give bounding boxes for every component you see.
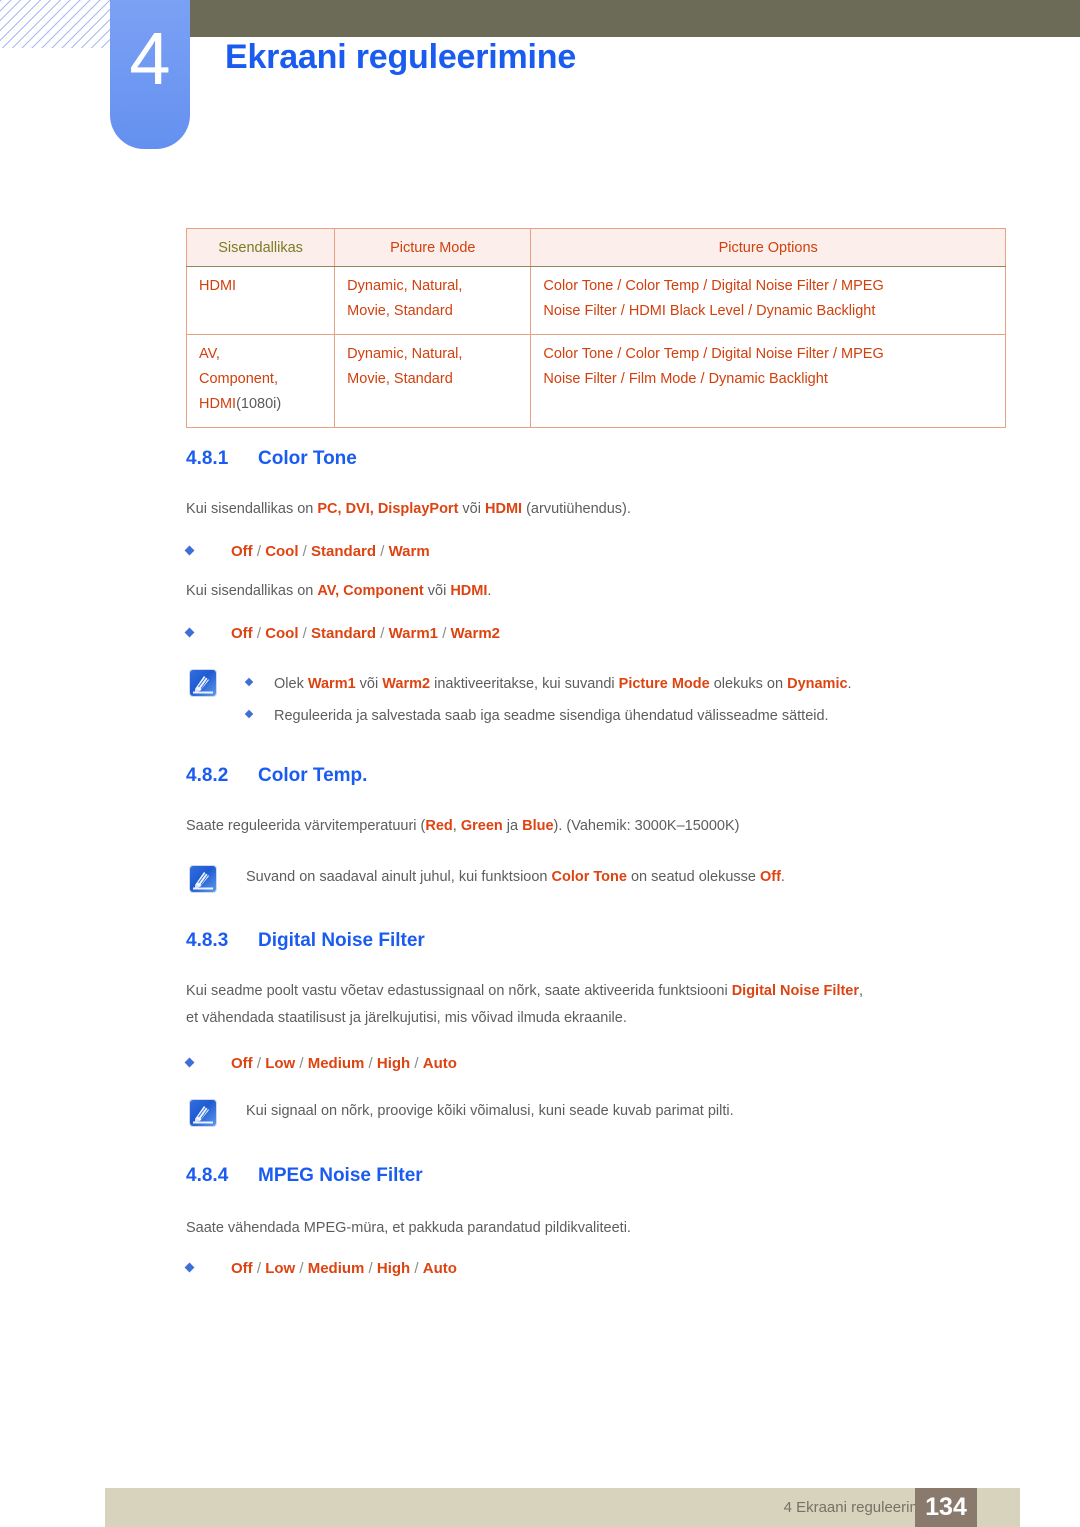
picture-mode-line: Dynamic, Natural, — [347, 346, 463, 362]
cell-source-hdmi: HDMI — [185, 266, 336, 335]
chapter-number: 4 — [129, 17, 171, 100]
section-title: Digital Noise Filter — [258, 930, 425, 951]
paragraph-line: Kui seadme poolt vastu võetav edastussig… — [186, 983, 864, 999]
note-row: Reguleerida ja salvestada saab iga seadm… — [244, 700, 852, 732]
paragraph-color-temp: Saate reguleerida värvitemperatuuri (Red… — [186, 818, 740, 834]
option-values: Off / Low / Medium / High / Auto — [231, 1260, 457, 1277]
section-title: MPEG Noise Filter — [258, 1165, 423, 1186]
section-number: 4.8.1 — [186, 448, 229, 469]
option-list-color-tone-pc: Off / Cool / Standard / Warm — [184, 543, 430, 560]
highlight-term: HDMI — [450, 583, 488, 599]
cell-picture-options: Color Tone / Color Temp / Digital Noise … — [530, 266, 1006, 335]
bullet-icon — [184, 1057, 195, 1067]
cell-picture-options: Color Tone / Color Temp / Digital Noise … — [530, 334, 1006, 428]
hatch-decoration — [0, 0, 112, 48]
page-number-box: 134 — [915, 1488, 977, 1527]
text-fragment: Kui sisendallikas on — [186, 583, 318, 599]
option-list-mpeg-noise-filter: Off / Low / Medium / High / Auto — [184, 1260, 457, 1277]
text-fragment: või — [423, 583, 451, 599]
picture-mode-line: Dynamic, Natural, — [347, 278, 463, 294]
section-title: Color Temp. — [258, 765, 368, 786]
table-header-picture-options: Picture Options — [530, 228, 1006, 267]
source-suffix: (1080i) — [236, 396, 282, 412]
paragraph-mpeg-noise-filter: Saate vähendada MPEG-müra, et pakkuda pa… — [186, 1220, 631, 1236]
table-header-row: Sisendallikas Picture Mode Picture Optio… — [185, 228, 1006, 267]
highlight-terms: AV, Component — [317, 583, 424, 599]
text-fragment: või — [458, 501, 485, 517]
cell-source-av: AV, Component, HDMI(1080i) — [185, 334, 336, 428]
picture-mode-line: Movie, Standard — [347, 303, 453, 319]
source-label: HDMI — [199, 278, 237, 294]
option-list-color-tone-av: Off / Cool / Standard / Warm1 / Warm2 — [184, 625, 501, 642]
note-block-color-temp: Suvand on saadaval ainult juhul, kui fun… — [190, 864, 785, 892]
text-fragment: . — [487, 583, 492, 599]
cell-picture-mode: Dynamic, Natural, Movie, Standard — [334, 334, 532, 428]
table-header-picture-mode: Picture Mode — [334, 228, 532, 267]
bullet-icon — [244, 709, 254, 719]
option-values: Off / Low / Medium / High / Auto — [231, 1055, 457, 1072]
paragraph-color-tone-pc: Kui sisendallikas on PC, DVI, DisplayPor… — [186, 496, 1016, 523]
picture-options-line: Color Tone / Color Temp / Digital Noise … — [543, 278, 884, 294]
note-body: Olek Warm1 või Warm2 inaktiveeritakse, k… — [244, 668, 852, 732]
cell-picture-mode: Dynamic, Natural, Movie, Standard — [334, 266, 532, 335]
paragraph-color-tone-av: Kui sisendallikas on AV, Component või H… — [186, 578, 1016, 605]
note-body: Suvand on saadaval ainult juhul, kui fun… — [246, 864, 785, 890]
section-title: Color Tone — [258, 448, 357, 469]
picture-options-line: Color Tone / Color Temp / Digital Noise … — [543, 346, 884, 362]
note-block-color-tone: Olek Warm1 või Warm2 inaktiveeritakse, k… — [190, 668, 852, 732]
source-label-hdmi1080i: HDMI(1080i) — [199, 396, 282, 412]
bullet-icon — [244, 677, 254, 687]
section-number: 4.8.2 — [186, 765, 229, 786]
bullet-icon — [184, 627, 195, 637]
picture-options-line: Noise Filter / HDMI Black Level / Dynami… — [543, 303, 876, 319]
text-fragment: Kui sisendallikas on — [186, 501, 318, 517]
table-row: AV, Component, HDMI(1080i) Dynamic, Natu… — [185, 334, 1006, 428]
note-text: Suvand on saadaval ainult juhul, kui fun… — [246, 869, 785, 885]
section-number: 4.8.4 — [186, 1165, 229, 1186]
option-values: Off / Cool / Standard / Warm — [231, 543, 430, 560]
note-row: Kui signaal on nõrk, proovige kõiki võim… — [246, 1103, 734, 1119]
picture-mode-line: Movie, Standard — [347, 371, 453, 387]
note-body: Kui signaal on nõrk, proovige kõiki võim… — [246, 1098, 734, 1124]
chapter-number-tab: 4 — [110, 0, 190, 149]
note-row: Suvand on saadaval ainult juhul, kui fun… — [246, 864, 785, 890]
section-heading-digital-noise-filter: 4.8.3 Digital Noise Filter — [186, 930, 425, 952]
bullet-icon — [184, 545, 195, 555]
note-block-digital-noise-filter: Kui signaal on nõrk, proovige kõiki võim… — [190, 1098, 734, 1126]
note-pencil-icon — [190, 1100, 216, 1126]
footer-bar: 4 Ekraani reguleerimine — [105, 1488, 1020, 1527]
note-row: Olek Warm1 või Warm2 inaktiveeritakse, k… — [244, 668, 852, 700]
note-pencil-icon — [190, 866, 216, 892]
highlight-term: HDMI — [485, 501, 523, 517]
bullet-icon — [184, 1262, 195, 1272]
input-source-picture-options-table: Sisendallikas Picture Mode Picture Optio… — [185, 228, 1006, 428]
picture-options-line: Noise Filter / Film Mode / Dynamic Backl… — [543, 371, 828, 387]
source-label-component: Component, — [199, 371, 278, 387]
note-pencil-icon — [190, 670, 216, 696]
section-heading-color-tone: 4.8.1 Color Tone — [186, 448, 357, 470]
note-text: Reguleerida ja salvestada saab iga seadm… — [274, 708, 829, 724]
header-olive-bar — [190, 0, 1080, 37]
paragraph-line: et vähendada staatilisust ja järelkujuti… — [186, 1010, 627, 1026]
table-header-sisendallikas: Sisendallikas — [185, 228, 336, 267]
chapter-title: Ekraani reguleerimine — [225, 38, 577, 76]
option-list-digital-noise-filter: Off / Low / Medium / High / Auto — [184, 1055, 457, 1072]
section-heading-color-temp: 4.8.2 Color Temp. — [186, 765, 367, 787]
source-label-av: AV, — [199, 346, 220, 362]
section-heading-mpeg-noise-filter: 4.8.4 MPEG Noise Filter — [186, 1165, 423, 1187]
option-values: Off / Cool / Standard / Warm1 / Warm2 — [231, 625, 501, 642]
note-text: Olek Warm1 või Warm2 inaktiveeritakse, k… — [274, 676, 852, 692]
table-row: HDMI Dynamic, Natural, Movie, Standard C… — [185, 266, 1006, 335]
section-number: 4.8.3 — [186, 930, 229, 951]
text-fragment: (arvutiühendus). — [522, 501, 631, 517]
highlight-terms: PC, DVI, DisplayPort — [317, 501, 459, 517]
paragraph-digital-noise-filter: Kui seadme poolt vastu võetav edastussig… — [186, 978, 1016, 1032]
